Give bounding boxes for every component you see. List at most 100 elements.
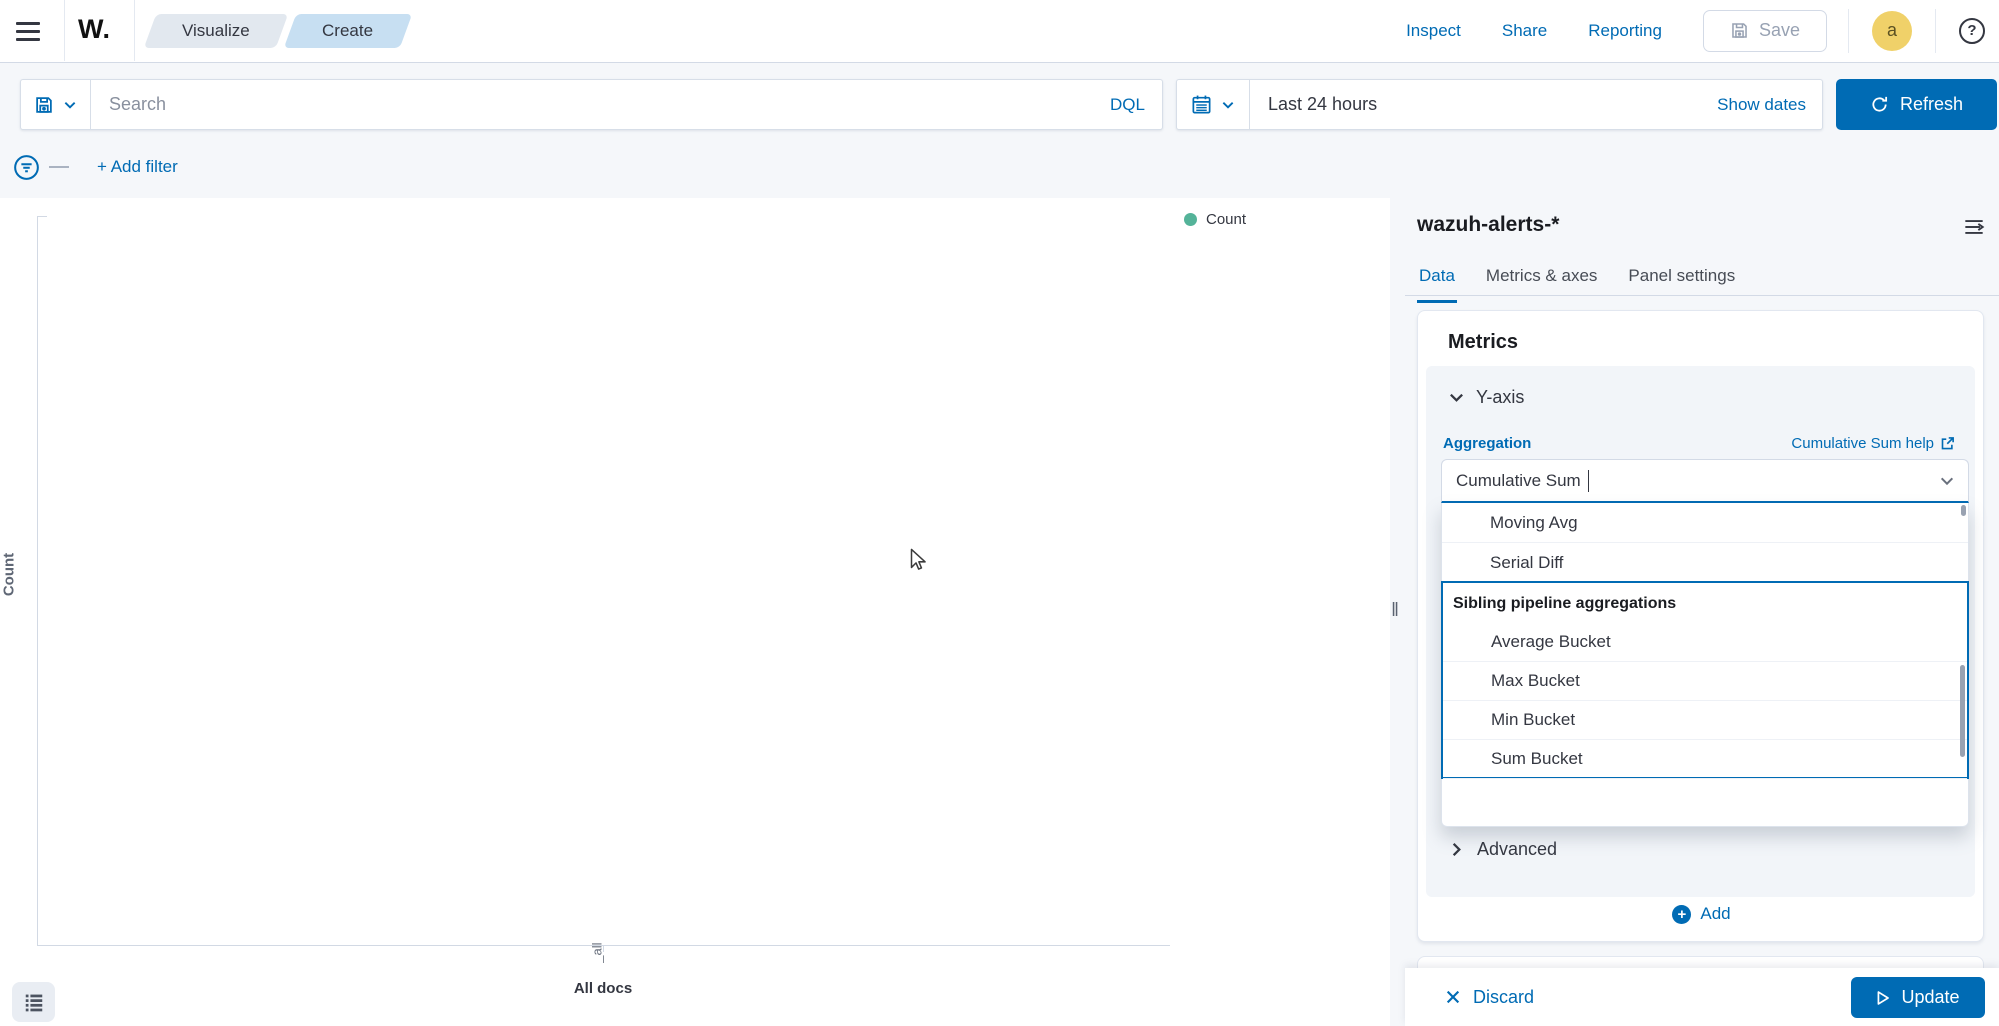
- scrollbar-thumb[interactable]: [1961, 505, 1966, 516]
- save-query-icon: [34, 95, 54, 115]
- refresh-label: Refresh: [1899, 94, 1964, 114]
- sibling-pipeline-group: Sibling pipeline aggregations Average Bu…: [1441, 581, 1969, 779]
- query-language-button[interactable]: DQL: [1093, 95, 1162, 115]
- metrics-heading: Metrics: [1448, 331, 1519, 353]
- dropdown-option-sum-bucket[interactable]: Sum Bucket: [1443, 740, 1967, 779]
- advanced-accordion-toggle[interactable]: Advanced: [1442, 838, 1563, 861]
- mouse-cursor: [905, 546, 931, 572]
- aggregation-label: Aggregation: [1443, 435, 1532, 452]
- dropdown-option-average-bucket[interactable]: Average Bucket: [1443, 623, 1967, 662]
- legend-item-count[interactable]: Count: [1178, 210, 1252, 229]
- save-label: Save: [1758, 20, 1800, 40]
- add-metric-row: + Add: [1418, 903, 1985, 925]
- list-icon: [23, 991, 45, 1013]
- hamburger-icon: [16, 21, 50, 25]
- header-actions: Inspect Share Reporting Save a ?: [1406, 0, 1991, 61]
- chevron-down-icon: [63, 98, 77, 112]
- y-axis-line: [37, 216, 38, 945]
- inspect-link[interactable]: Inspect: [1406, 21, 1461, 41]
- help-icon[interactable]: ?: [1959, 17, 1985, 44]
- add-metric-button[interactable]: + Add: [1666, 903, 1736, 925]
- metrics-card: Metrics Y-axis Aggregation Cumulative Su…: [1417, 310, 1984, 942]
- text-cursor: [1587, 469, 1589, 492]
- query-bar: DQL Last 24 hours Show dates Refresh: [0, 62, 1999, 138]
- header-divider: [1848, 8, 1849, 53]
- combobox-value: Cumulative Sum: [1456, 470, 1581, 490]
- filter-bar: + Add filter: [0, 138, 1999, 196]
- legend-color-dot: [1184, 213, 1197, 226]
- tab-data[interactable]: Data: [1417, 256, 1457, 303]
- legend-toggle-button[interactable]: [12, 982, 55, 1022]
- header-divider: [1935, 8, 1936, 53]
- refresh-button[interactable]: Refresh: [1836, 79, 1997, 130]
- aggregation-row: Aggregation Cumulative Sum help: [1443, 434, 1961, 453]
- breadcrumb-label: Visualize: [182, 21, 250, 40]
- aggregation-help-link[interactable]: Cumulative Sum help: [1785, 434, 1961, 453]
- chevron-down-icon[interactable]: [1939, 473, 1955, 489]
- show-dates-button[interactable]: Show dates: [1701, 95, 1822, 115]
- breadcrumb-visualize[interactable]: Visualize: [143, 14, 289, 48]
- update-button[interactable]: Update: [1851, 977, 1985, 1018]
- app-header: W. Visualize Create Inspect Share Report…: [0, 0, 1999, 63]
- dropdown-option-serial-diff[interactable]: Serial Diff: [1442, 543, 1968, 583]
- search-bar: DQL: [20, 79, 1163, 130]
- breadcrumb-create[interactable]: Create: [283, 14, 413, 48]
- add-label: Add: [1700, 904, 1731, 923]
- save-button[interactable]: Save: [1702, 9, 1827, 52]
- add-filter-button[interactable]: + Add filter: [91, 156, 184, 178]
- y-axis-accordion-toggle[interactable]: Y-axis: [1442, 386, 1530, 409]
- date-picker: Last 24 hours Show dates: [1176, 79, 1823, 130]
- external-link-icon: [1940, 436, 1955, 451]
- search-input[interactable]: [91, 80, 1094, 129]
- share-link[interactable]: Share: [1502, 21, 1547, 41]
- y-axis-accordion-label: Y-axis: [1476, 387, 1525, 407]
- update-label: Update: [1901, 987, 1960, 1007]
- filter-icon[interactable]: [13, 154, 40, 181]
- tabs-divider: [1405, 295, 1999, 296]
- panel-resize-handle[interactable]: ‖: [1388, 596, 1402, 626]
- logo-text: W.: [78, 14, 111, 44]
- play-icon: [1876, 990, 1890, 1006]
- dropdown-group-label: Sibling pipeline aggregations: [1453, 595, 1677, 612]
- main-content: Count Count _all All docs ‖ wazuh-alerts…: [0, 198, 1999, 1026]
- close-icon: [1445, 989, 1461, 1005]
- avatar[interactable]: a: [1872, 10, 1912, 51]
- aggregation-combobox[interactable]: Cumulative Sum: [1441, 459, 1969, 503]
- chevron-right-icon: [1448, 841, 1465, 858]
- index-pattern-title: wazuh-alerts-*: [1417, 213, 1560, 236]
- reporting-link[interactable]: Reporting: [1588, 21, 1662, 41]
- calendar-icon: [1191, 94, 1212, 115]
- tab-panel-settings[interactable]: Panel settings: [1626, 256, 1737, 296]
- discard-button[interactable]: Discard: [1439, 986, 1540, 1009]
- help-link-label: Cumulative Sum help: [1791, 435, 1934, 452]
- save-icon: [1730, 21, 1749, 40]
- discard-label: Discard: [1473, 986, 1535, 1007]
- dropdown-option-max-bucket[interactable]: Max Bucket: [1443, 662, 1967, 701]
- editor-sidebar: wazuh-alerts-* Data Metrics & axes Panel…: [1405, 198, 1999, 1026]
- scrollbar-thumb[interactable]: [1960, 665, 1965, 757]
- y-axis-top-tick: [37, 216, 47, 217]
- saved-query-menu-button[interactable]: [21, 80, 91, 129]
- dropdown-option-moving-avg[interactable]: Moving Avg: [1442, 503, 1968, 543]
- chevron-down-icon: [1448, 389, 1465, 406]
- x-axis-title: All docs: [573, 980, 633, 997]
- chevron-down-icon: [1221, 98, 1235, 112]
- dropdown-option-min-bucket[interactable]: Min Bucket: [1443, 701, 1967, 740]
- filter-divider: [49, 166, 69, 168]
- advanced-accordion-label: Advanced: [1477, 839, 1558, 859]
- app-logo[interactable]: W.: [78, 14, 111, 45]
- menu-button[interactable]: [16, 15, 50, 47]
- header-divider: [134, 0, 135, 61]
- header-divider: [64, 0, 65, 61]
- help-glyph: ?: [1967, 22, 1977, 39]
- calendar-menu-button[interactable]: [1177, 80, 1250, 129]
- avatar-initial: a: [1886, 20, 1897, 40]
- plus-circle-icon: +: [1672, 904, 1692, 924]
- legend-label: Count: [1206, 211, 1247, 228]
- time-range-value[interactable]: Last 24 hours: [1250, 93, 1701, 116]
- tab-metrics-axes[interactable]: Metrics & axes: [1484, 256, 1599, 296]
- collapse-sidebar-icon[interactable]: [1961, 214, 1987, 240]
- editor-tabs: Data Metrics & axes Panel settings: [1417, 256, 1737, 303]
- editor-footer: Discard Update: [1405, 968, 1999, 1026]
- breadcrumb-label: Create: [322, 21, 374, 40]
